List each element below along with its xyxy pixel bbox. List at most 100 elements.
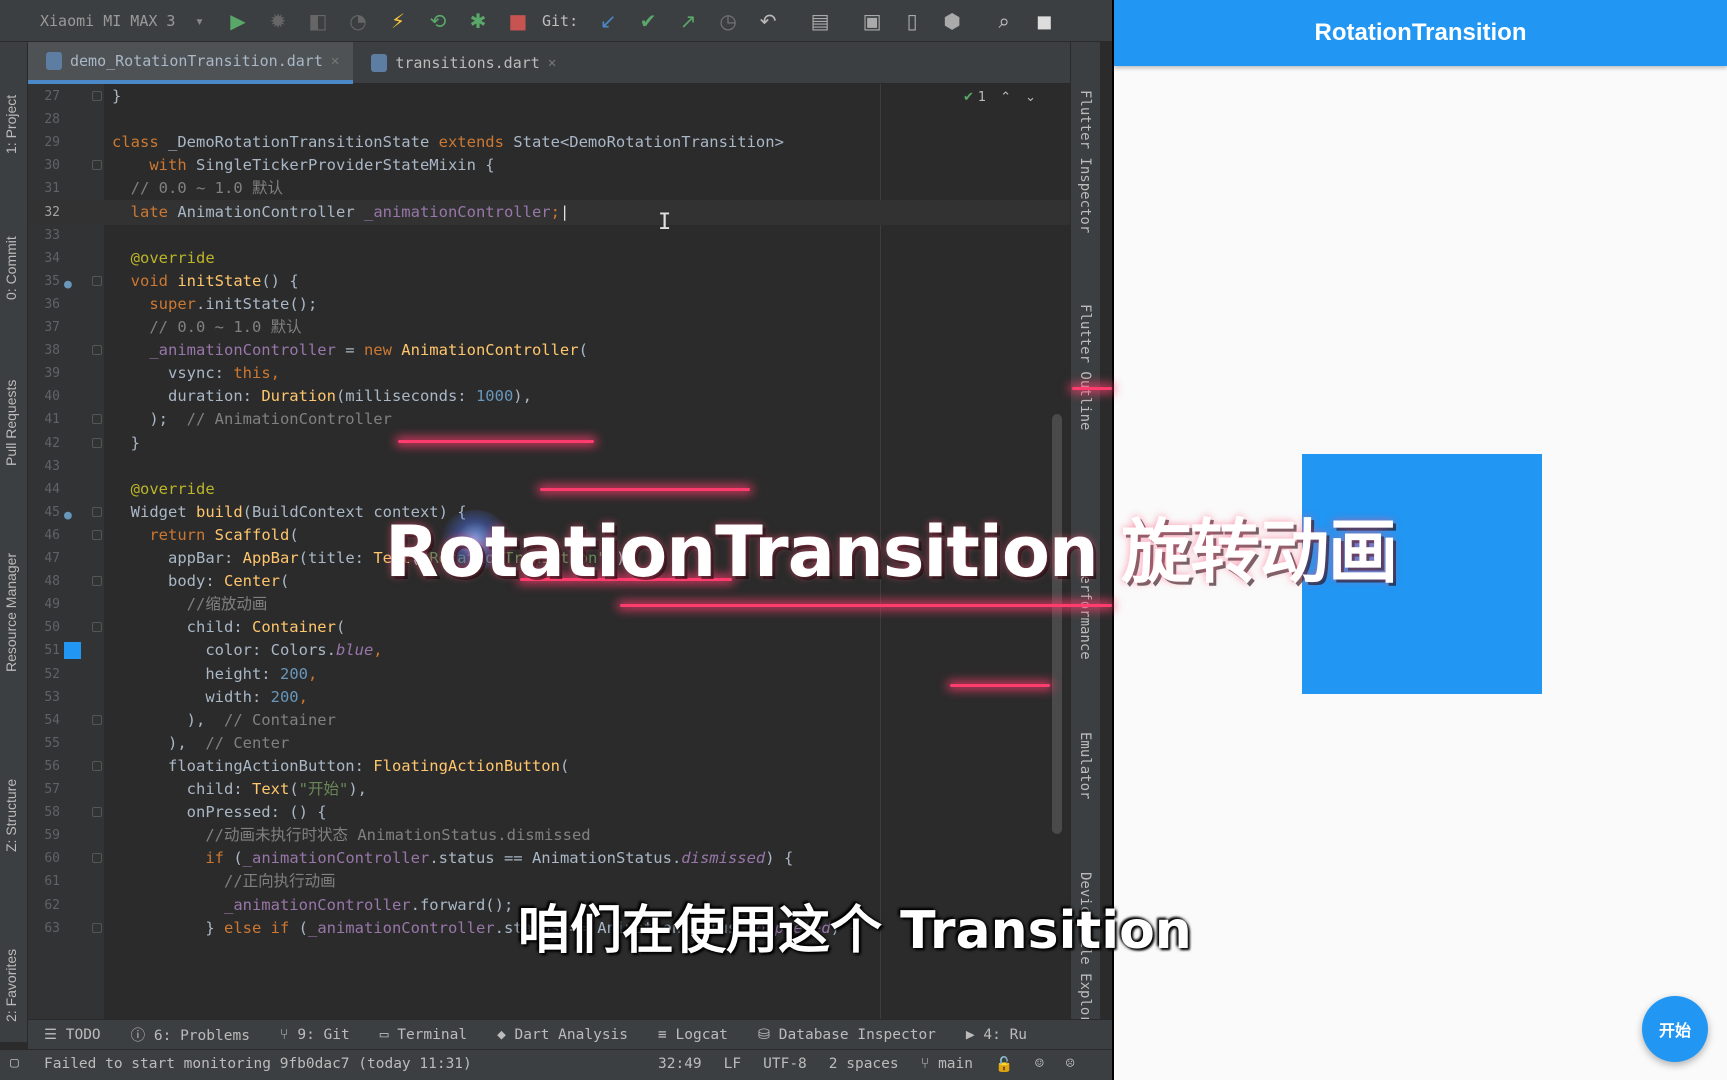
code-token: //缩放动画 (186, 595, 268, 614)
tab-transitions[interactable]: transitions.dart ✕ (353, 42, 570, 84)
frown-icon[interactable]: ☹ (1066, 1056, 1075, 1073)
logcat-tab[interactable]: ≡ Logcat (658, 1027, 728, 1043)
hot-reload-icon[interactable]: ⚡ (386, 9, 410, 33)
fold-marker-icon[interactable] (92, 576, 102, 587)
status-message[interactable]: Failed to start monitoring 9fb0dac7 (tod… (44, 1056, 472, 1072)
caret-position[interactable]: 32:49 (658, 1056, 702, 1073)
fold-marker-icon[interactable] (92, 91, 102, 101)
code-line[interactable]: 54 ), // Container (28, 708, 1070, 733)
attach-debugger-icon[interactable]: ✱ (466, 9, 490, 33)
code-line[interactable]: 40 duration: Duration(milliseconds: 1000… (28, 384, 1070, 409)
lock-icon[interactable]: 🔓 (995, 1056, 1013, 1073)
code-line[interactable]: 52 height: 200, (28, 662, 1070, 687)
git-branch[interactable]: ⑂ main (921, 1056, 973, 1073)
code-line[interactable]: 51 color: Colors.blue, (28, 638, 1070, 663)
code-line[interactable]: 60 if (_animationController.status == An… (28, 846, 1070, 871)
code-line[interactable]: 32 late AnimationController _animationCo… (28, 199, 1070, 225)
device-selector[interactable]: Xiaomi MI MAX 3 ▾ (32, 7, 212, 35)
code-line[interactable]: 53 width: 200, (28, 685, 1070, 710)
run-icon[interactable]: ▶ (226, 9, 250, 33)
resource-manager-panel-tab[interactable]: Resource Manager (3, 553, 19, 672)
structure-panel-tab[interactable]: Z: Structure (3, 779, 19, 852)
code-line[interactable]: 29 class _DemoRotationTransitionState ext… (28, 130, 1070, 155)
fold-marker-icon[interactable] (92, 760, 102, 771)
git-update-icon[interactable]: ↙ (596, 9, 620, 33)
fold-marker-icon[interactable] (92, 853, 102, 864)
terminal-tab[interactable]: ▭ Terminal (380, 1027, 467, 1043)
git-rollback-icon[interactable]: ↶ (756, 9, 780, 33)
project-structure-icon[interactable]: ▤ (808, 9, 832, 33)
color-swatch-icon[interactable] (64, 642, 81, 660)
search-icon[interactable]: ⌕ (992, 9, 1016, 33)
flutter-outline-tab[interactable]: Flutter Outline (1077, 304, 1093, 430)
problems-tab[interactable]: ⓘ 6: Problems (131, 1024, 250, 1045)
fold-marker-icon[interactable] (92, 160, 102, 171)
fold-marker-icon[interactable] (92, 622, 102, 633)
code-line[interactable]: 58 onPressed: () { (28, 800, 1070, 825)
code-line[interactable]: 31 // 0.0 ~ 1.0 默认 (28, 176, 1070, 201)
debug-icon[interactable]: ✹ (266, 9, 290, 33)
code-line[interactable]: 56 floatingActionButton: FloatingActionB… (28, 754, 1070, 779)
code-token: State<DemoRotationTransition> (513, 133, 784, 152)
fold-marker-icon[interactable] (92, 714, 102, 725)
avd-manager-icon[interactable]: ▣ (860, 9, 884, 33)
fold-marker-icon[interactable] (92, 922, 102, 933)
sdk-manager-icon[interactable]: ⬢ (940, 9, 964, 33)
git-history-icon[interactable]: ◷ (716, 9, 740, 33)
hot-restart-icon[interactable]: ⟲ (426, 9, 450, 33)
fold-marker-icon[interactable] (92, 414, 102, 425)
run-tab[interactable]: ▶ 4: Ru (966, 1027, 1027, 1043)
code-line[interactable]: 43 (28, 454, 1070, 479)
code-line[interactable]: 33 (28, 223, 1070, 248)
code-line[interactable]: 35 ● void initState() { (28, 269, 1070, 294)
git-push-icon[interactable]: ↗ (676, 9, 700, 33)
code-token: body: (112, 572, 224, 591)
indent-setting[interactable]: 2 spaces (829, 1056, 899, 1073)
smile-icon[interactable]: ☺ (1035, 1056, 1044, 1073)
line-separator[interactable]: LF (724, 1056, 741, 1073)
code-line[interactable]: 34 @override (28, 246, 1070, 271)
code-line[interactable]: 57 child: Text("开始"), (28, 777, 1070, 802)
favorites-panel-tab[interactable]: 2: Favorites (3, 949, 19, 1022)
code-line[interactable]: 59 //动画未执行时状态 AnimationStatus.dismissed (28, 823, 1070, 848)
fold-marker-icon[interactable] (92, 437, 102, 448)
file-encoding[interactable]: UTF-8 (763, 1056, 807, 1073)
close-icon[interactable]: ✕ (331, 53, 339, 69)
code-line[interactable]: 36 super.initState(); (28, 292, 1070, 317)
code-line[interactable]: 28 (28, 107, 1070, 132)
account-icon[interactable]: ◼ (1032, 9, 1056, 33)
code-line[interactable]: 42 } (28, 431, 1070, 456)
fold-marker-icon[interactable] (92, 345, 102, 356)
pull-requests-panel-tab[interactable]: Pull Requests (3, 380, 19, 466)
commit-panel-tab[interactable]: 0: Commit (3, 236, 19, 300)
fold-marker-icon[interactable] (92, 506, 102, 517)
profile-icon[interactable]: ◔ (346, 9, 370, 33)
emulator-tab[interactable]: Emulator (1077, 732, 1093, 799)
code-line[interactable]: 38 _animationController = new AnimationC… (28, 338, 1070, 363)
code-line[interactable]: 30 with SingleTickerProviderStateMixin { (28, 153, 1070, 178)
dart-analysis-tab[interactable]: ◆ Dart Analysis (497, 1027, 628, 1043)
fold-marker-icon[interactable] (92, 529, 102, 540)
code-line[interactable]: 27} (28, 84, 1070, 109)
code-line[interactable]: 55 ), // Center (28, 731, 1070, 756)
device-manager-icon[interactable]: ▯ (900, 9, 924, 33)
flutter-inspector-tab[interactable]: Flutter Inspector (1077, 90, 1093, 233)
line-number: 40 (44, 389, 60, 405)
tab-demo-rotation-transition[interactable]: demo_RotationTransition.dart ✕ (28, 42, 354, 84)
git-commit-icon[interactable]: ✔ (636, 9, 660, 33)
coverage-icon[interactable]: ◧ (306, 9, 330, 33)
code-line[interactable]: 37 // 0.0 ~ 1.0 默认 (28, 315, 1070, 340)
git-tab[interactable]: ⑂ 9: Git (280, 1027, 350, 1043)
code-line[interactable]: 39 vsync: this, (28, 361, 1070, 386)
fold-marker-icon[interactable] (92, 275, 102, 286)
todo-tab[interactable]: ☰ TODO (44, 1027, 101, 1043)
project-panel-tab[interactable]: 1: Project (3, 95, 19, 154)
layout-icon[interactable]: ▢ (10, 1055, 19, 1071)
start-fab-button[interactable]: 开始 (1642, 996, 1708, 1062)
code-line[interactable]: 50 child: Container( (28, 615, 1070, 640)
code-line[interactable]: 41 ); // AnimationController (28, 407, 1070, 432)
stop-icon[interactable]: ■ (506, 9, 530, 33)
close-icon[interactable]: ✕ (548, 55, 556, 71)
database-inspector-tab[interactable]: ⛁ Database Inspector (758, 1027, 936, 1043)
fold-marker-icon[interactable] (92, 807, 102, 818)
